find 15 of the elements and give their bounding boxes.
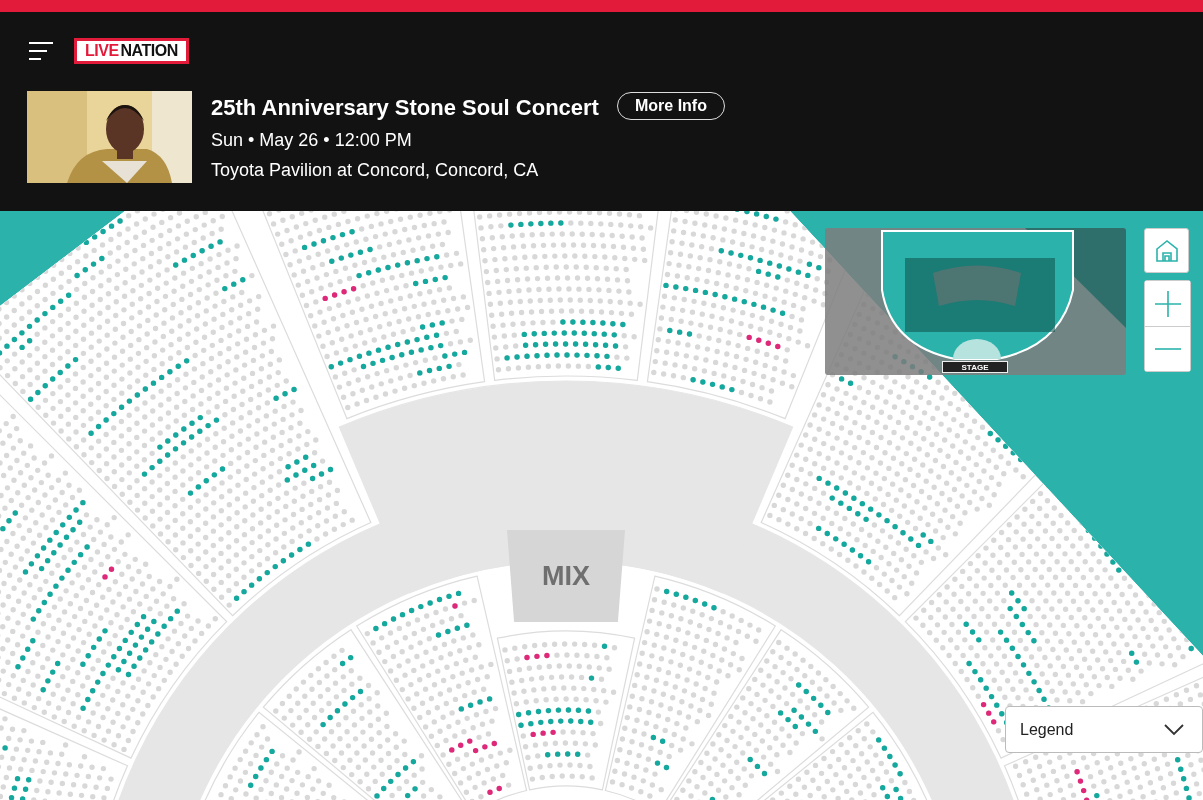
- seat-map-drawing[interactable]: [0, 211, 1203, 800]
- home-icon: [1154, 238, 1179, 263]
- legend-dropdown[interactable]: Legend: [1005, 706, 1203, 753]
- minimap-panel[interactable]: STAGE: [825, 228, 1126, 375]
- menu-icon[interactable]: [28, 41, 54, 61]
- minus-icon: [1154, 347, 1181, 351]
- event-venue: Toyota Pavilion at Concord, Concord, CA: [211, 160, 540, 181]
- mix-label: MIX: [507, 530, 625, 622]
- plus-icon: [1154, 290, 1181, 317]
- logo[interactable]: LIVENATION: [74, 38, 189, 64]
- event-date: Sun • May 26 • 12:00 PM: [211, 130, 413, 151]
- event-title: 25th Anniversary Stone Soul Concert: [211, 95, 599, 121]
- home-button[interactable]: [1144, 228, 1189, 273]
- zoom-out-button[interactable]: [1145, 326, 1190, 371]
- stage-label: STAGE: [942, 361, 1008, 373]
